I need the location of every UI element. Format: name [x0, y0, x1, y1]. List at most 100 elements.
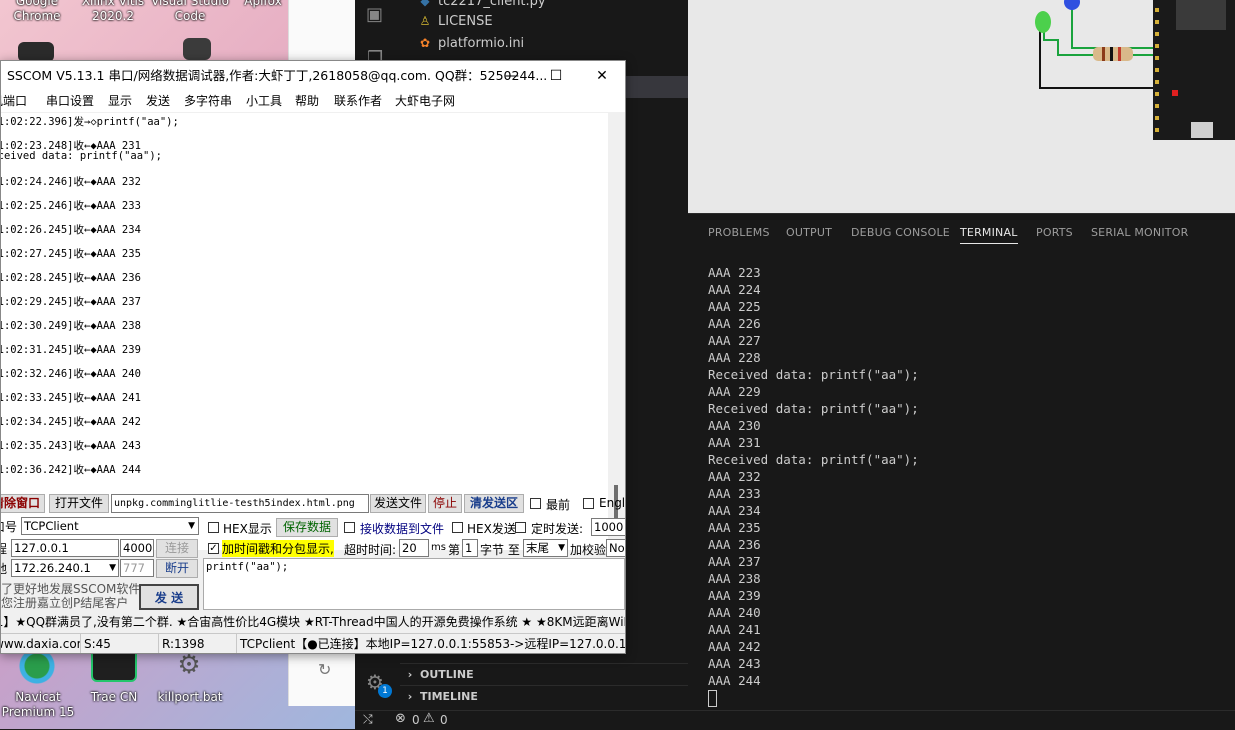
send-file-button[interactable]: 发送文件	[370, 494, 426, 513]
status-site[interactable]: www.daxia.com	[1, 634, 81, 653]
selected-row	[624, 76, 688, 98]
promo-text: 为了更好地发展SSCOM软件 请您注册嘉立创P结尾客户	[0, 582, 141, 610]
file-item[interactable]: ✿ platformio.ini	[418, 32, 524, 54]
local-label: 本地	[1, 560, 7, 577]
desktop-icon-vscode[interactable]: Visual Studio Code	[150, 0, 230, 24]
circuit-diagram	[1035, 0, 1235, 140]
terminal-line: AAA 243	[708, 656, 761, 671]
log-line: [11:02:33.245]收←◆AAA 241	[1, 392, 141, 404]
led-indicator	[1172, 90, 1178, 96]
port-select[interactable]: TCPClient ▼	[21, 517, 199, 535]
tab-output[interactable]: OUTPUT	[786, 226, 832, 239]
close-button[interactable]: ✕	[579, 61, 625, 91]
topmost-label: 最前	[546, 498, 571, 512]
remote-ip-input[interactable]: 127.0.0.1	[11, 539, 119, 557]
send-textarea[interactable]: printf("aa");	[203, 558, 625, 610]
timed-interval-input[interactable]: 1000	[591, 518, 625, 536]
log-line: [11:02:32.246]收←◆AAA 240	[1, 368, 141, 380]
desktop-icon-chrome[interactable]: Google Chrome	[6, 0, 68, 24]
port-label: 端口号	[1, 520, 18, 534]
receive-log[interactable]: [11:02:22.396]发→◇printf("aa");[11:02:23.…	[1, 113, 608, 550]
desktop-icon-killport-label[interactable]: killport.bat	[150, 690, 230, 705]
connect-button[interactable]: 连接	[156, 539, 198, 558]
menu-contact[interactable]: 联系作者	[334, 91, 382, 112]
warning-icon[interactable]: ⚠	[423, 711, 435, 726]
checksum-select[interactable]: None	[606, 539, 625, 557]
title-bar[interactable]: SSCOM V5.13.1 串口/网络数据调试器,作者:大虾丁丁,2618058…	[1, 61, 625, 91]
menu-daxia[interactable]: 大虾电子网	[395, 91, 455, 112]
tail-select[interactable]: 末尾 ▼	[523, 539, 568, 557]
minimize-button[interactable]: —	[489, 61, 535, 91]
file-path-input[interactable]: unpkg.comminglitlie-testh5index.html.png	[111, 494, 369, 513]
window-title: SSCOM V5.13.1 串口/网络数据调试器,作者:大虾丁丁,2618058…	[7, 68, 548, 83]
menu-display[interactable]: 显示	[108, 91, 132, 112]
dropdown-arrow-icon: ▼	[109, 563, 116, 573]
tab-terminal[interactable]: TERMINAL	[960, 226, 1018, 244]
error-icon[interactable]: ⊗	[395, 711, 406, 726]
warning-count: 0	[440, 713, 448, 727]
topmost-checkbox[interactable]	[530, 498, 541, 509]
open-file-button[interactable]: 打开文件	[49, 494, 109, 513]
save-data-button[interactable]: 保存数据	[276, 518, 338, 537]
remote-port-input[interactable]: 4000	[120, 539, 154, 557]
english-checkbox[interactable]	[583, 498, 594, 509]
desktop-icon-trae-label[interactable]: Trae CN	[82, 690, 146, 705]
menu-multi-string[interactable]: 多字符串	[184, 91, 232, 112]
file-item[interactable]: ♙ LICENSE	[418, 10, 493, 32]
terminal-line: Received data: printf("aa");	[708, 401, 919, 416]
hex-send-label: HEX发送	[467, 522, 516, 536]
byte-start-input[interactable]: 1	[462, 539, 478, 557]
hex-display-checkbox[interactable]	[208, 522, 219, 533]
english-label: English	[599, 496, 626, 510]
remote-explorer-icon[interactable]: ▣	[366, 4, 388, 25]
desktop-icon-vitis[interactable]: Xilinx Vitis 2020.2	[80, 0, 146, 24]
blue-led	[1064, 0, 1080, 10]
tab-debug-console[interactable]: DEBUG CONSOLE	[851, 226, 950, 239]
timeout-input[interactable]: 20	[399, 539, 429, 557]
menu-tools[interactable]: 小工具	[246, 91, 282, 112]
status-bar: ⤭ ⊗ 0 ⚠ 0	[355, 710, 1235, 730]
log-line: [11:02:25.246]收←◆AAA 233	[1, 200, 141, 212]
terminal-line: AAA 233	[708, 486, 761, 501]
send-button[interactable]: 发 送	[139, 584, 199, 610]
terminal-output[interactable]: AAA 223 AAA 224 AAA 225 AAA 226 AAA 227 AAA 2…	[708, 264, 919, 707]
maximize-button[interactable]: ☐	[533, 61, 579, 91]
log-scrollbar[interactable]	[608, 113, 625, 550]
refresh-icon: ↻	[318, 660, 332, 679]
clear-window-button[interactable]: 清除窗口	[1, 494, 45, 513]
menu-serial-settings[interactable]: 串口设置	[46, 91, 94, 112]
timeline-section[interactable]: › TIMELINE	[400, 685, 688, 708]
local-ip-select[interactable]: 172.26.240.1 ▼	[11, 559, 119, 577]
terminal-line: AAA 244	[708, 673, 761, 688]
checksum-label: 加校验	[570, 543, 607, 557]
desktop-icon-apifox[interactable]: Apifox	[238, 0, 288, 9]
desktop-icon-navicat-label[interactable]: Navicat Premium 15	[0, 690, 76, 720]
log-line: [11:02:34.245]收←◆AAA 242	[1, 416, 141, 428]
clear-send-button[interactable]: 清发送区	[464, 494, 524, 513]
disconnect-button[interactable]: 断开	[156, 559, 198, 578]
tab-problems[interactable]: PROBLEMS	[708, 226, 770, 239]
accounts-badge: 1	[378, 684, 392, 698]
recv-to-file-checkbox[interactable]	[344, 522, 355, 533]
menu-help[interactable]: 帮助	[295, 91, 319, 112]
hex-send-checkbox[interactable]	[452, 522, 463, 533]
timed-send-checkbox[interactable]	[515, 522, 526, 533]
tab-serial-monitor[interactable]: SERIAL MONITOR	[1091, 226, 1188, 239]
outline-section[interactable]: › OUTLINE	[400, 663, 688, 686]
timeout-label: 超时时间:	[344, 543, 397, 557]
local-port-input[interactable]: 777	[120, 559, 154, 577]
esp32-module	[1176, 0, 1226, 30]
gear-icon[interactable]: ⚙	[174, 650, 204, 680]
remote-indicator-icon[interactable]: ⤭	[363, 712, 373, 727]
ms-label: ms	[431, 542, 446, 553]
menu-send[interactable]: 发送	[146, 91, 170, 112]
tab-ports[interactable]: PORTS	[1036, 226, 1073, 239]
terminal-line: AAA 225	[708, 299, 761, 314]
sscom-status-bar: www.daxia.com S:45 R:1398 TCPclient【●已连接…	[1, 633, 625, 653]
timestamp-checkbox[interactable]: ✓	[208, 543, 219, 554]
terminal-line: Received data: printf("aa");	[708, 367, 919, 382]
status-connection: TCPclient【●已连接】本地IP=127.0.0.1:55853->远程I…	[240, 637, 625, 651]
error-count: 0	[412, 713, 420, 727]
menu-port[interactable]: 通讯端口	[1, 91, 27, 112]
stop-button[interactable]: 停止	[428, 494, 462, 513]
